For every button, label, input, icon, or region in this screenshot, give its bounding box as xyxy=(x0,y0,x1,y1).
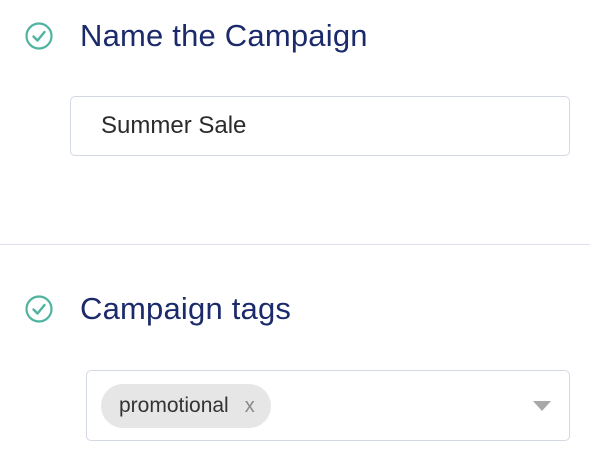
campaign-tags-select[interactable]: promotional x xyxy=(86,370,570,441)
section-divider xyxy=(0,244,590,245)
name-section-title: Name the Campaign xyxy=(80,18,368,53)
name-section-heading: Name the Campaign xyxy=(24,20,368,51)
tag-chip-label: promotional xyxy=(119,393,229,417)
check-circle-icon xyxy=(24,21,54,51)
tag-remove-button[interactable]: x xyxy=(245,396,255,416)
tags-section-title: Campaign tags xyxy=(80,291,292,326)
tags-section-heading: Campaign tags xyxy=(24,293,291,324)
tag-chip: promotional x xyxy=(101,383,271,428)
campaign-form: Name the Campaign Campaign tags promotio… xyxy=(0,0,590,460)
caret-down-icon[interactable] xyxy=(533,401,551,411)
check-circle-icon xyxy=(24,294,54,324)
campaign-name-input[interactable] xyxy=(70,96,570,156)
